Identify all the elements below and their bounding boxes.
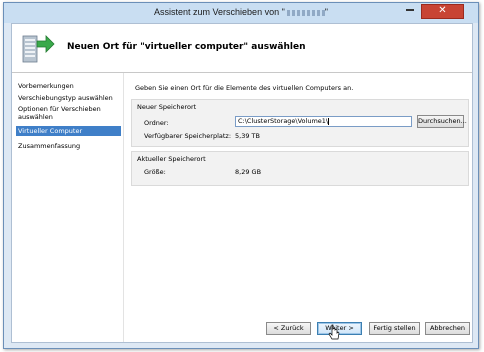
window-title-prefix: Assistent zum Verschieben von " <box>154 7 285 17</box>
back-button[interactable]: < Zurück <box>266 322 311 335</box>
folder-input[interactable]: C:\ClusterStorage\Volume1\ <box>235 116 412 127</box>
browse-button[interactable]: Durchsuchen... <box>417 115 467 128</box>
nav-item-optionen[interactable]: Optionen für Verschieben auswählen <box>16 104 121 122</box>
close-icon: ✕ <box>438 5 447 16</box>
new-location-group: Neuer Speicherort Ordner: C:\ClusterStor… <box>131 99 469 147</box>
free-space-value: 5,39 TB <box>235 132 260 140</box>
new-location-title: Neuer Speicherort <box>137 103 197 111</box>
text-caret <box>328 117 330 125</box>
nav-item-virtueller-computer[interactable]: Virtueller Computer <box>16 126 121 136</box>
minimize-icon[interactable] <box>406 9 414 11</box>
page-title: Neuen Ort für "virtueller computer" ausw… <box>67 42 306 52</box>
size-label: Größe: <box>144 168 166 176</box>
server-move-icon <box>22 35 55 63</box>
wizard-header: Neuen Ort für "virtueller computer" ausw… <box>12 24 472 73</box>
redacted-server-name <box>286 9 325 16</box>
title-bar[interactable]: Assistent zum Verschieben von " " ✕ <box>4 3 478 23</box>
free-space-label: Verfügbarer Speicherplatz: <box>144 132 232 140</box>
wizard-steps-nav: Vorbemerkungen Verschiebungstyp auswähle… <box>12 73 123 342</box>
window-title-suffix: " <box>324 7 328 17</box>
size-value: 8,29 GB <box>235 168 262 176</box>
wizard-content: Neuen Ort für "virtueller computer" ausw… <box>11 23 473 343</box>
wizard-window: Assistent zum Verschieben von " " ✕ Neuen… <box>3 2 479 349</box>
intro-text: Geben Sie einen Ort für die Elemente des… <box>135 84 354 92</box>
current-location-group: Aktueller Speicherort Größe: 8,29 GB <box>131 151 469 186</box>
nav-item-vorbemerkungen[interactable]: Vorbemerkungen <box>16 81 121 91</box>
nav-item-verschiebungstyp[interactable]: Verschiebungstyp auswählen <box>16 93 121 103</box>
current-location-title: Aktueller Speicherort <box>137 155 206 163</box>
cancel-button[interactable]: Abbrechen <box>425 322 470 335</box>
close-button[interactable]: ✕ <box>421 4 464 19</box>
nav-item-zusammenfassung[interactable]: Zusammenfassung <box>16 141 121 151</box>
mouse-pointer-icon <box>328 324 340 340</box>
folder-label: Ordner: <box>144 119 169 127</box>
folder-input-value: C:\ClusterStorage\Volume1\ <box>238 117 329 125</box>
finish-button[interactable]: Fertig stellen <box>369 322 420 335</box>
main-panel: Geben Sie einen Ort für die Elemente des… <box>124 73 472 342</box>
